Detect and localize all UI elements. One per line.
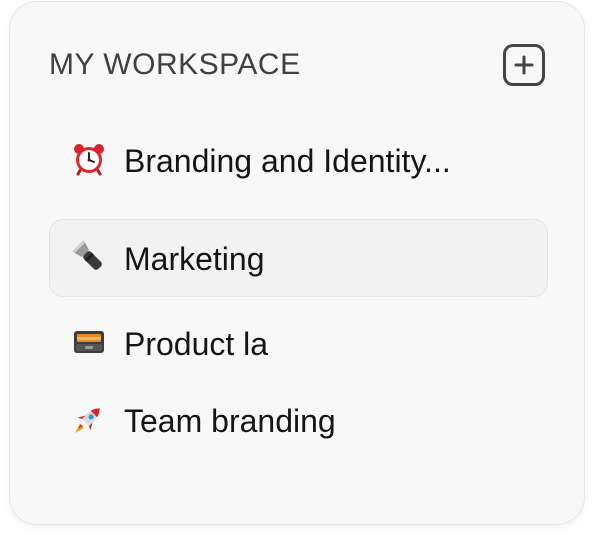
alarm-clock-icon <box>72 142 106 176</box>
card-file-box-icon <box>72 325 106 359</box>
workspace-item-team-branding[interactable]: Team branding <box>49 381 548 459</box>
workspace-item-marketing[interactable]: Marketing <box>49 219 548 297</box>
item-label: Marketing <box>124 241 265 277</box>
workspace-title: MY WORKSPACE <box>49 48 301 81</box>
flashlight-icon <box>72 240 106 274</box>
item-label: Branding and Identity... <box>124 143 451 179</box>
rocket-icon <box>72 402 106 436</box>
add-project-button[interactable] <box>503 44 545 86</box>
workspace-item-branding[interactable]: Branding and Identity... <box>49 121 548 199</box>
workspace-panel: MY WORKSPACE Branding and Identity... Ma… <box>9 1 585 525</box>
item-label: Product la <box>124 326 269 362</box>
workspace-item-product[interactable]: Product la <box>49 304 548 382</box>
plus-square-icon <box>514 55 534 75</box>
item-label: Team branding <box>124 403 336 439</box>
